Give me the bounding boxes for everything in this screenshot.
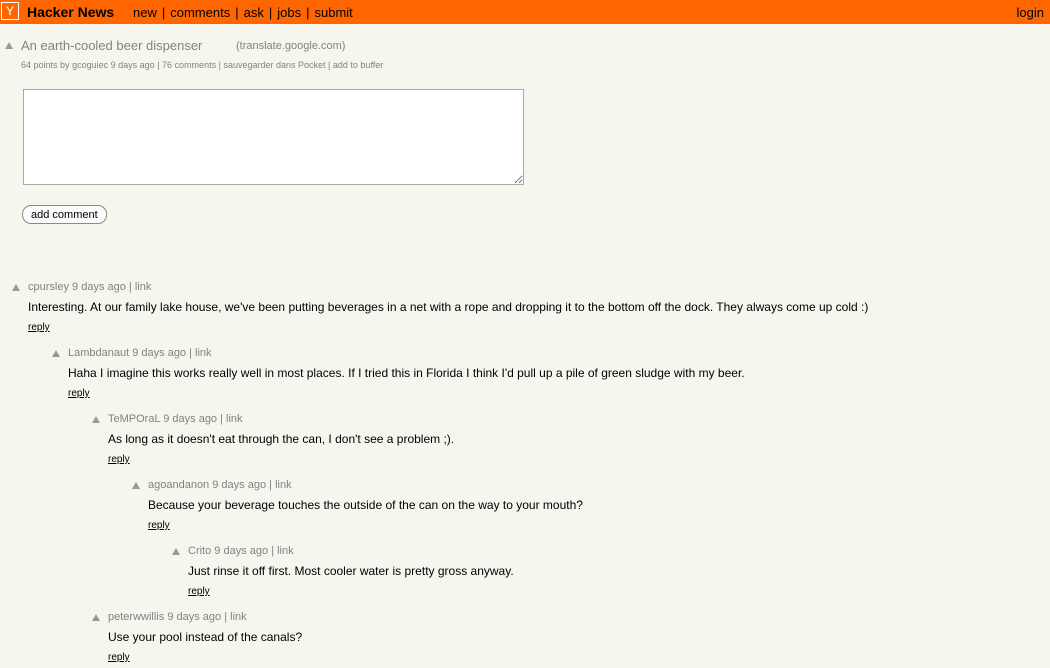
story-by-label: by: [60, 60, 70, 70]
upvote-icon[interactable]: [132, 482, 140, 489]
comment-head: TeMPOraL 9 days ago | link: [108, 413, 243, 425]
comment-text: As long as it doesn't eat through the ca…: [108, 432, 455, 446]
story-comments-link[interactable]: 76 comments: [162, 60, 216, 70]
comment-user-link[interactable]: cpursley: [28, 281, 69, 293]
comment-age-link[interactable]: 9 days ago: [163, 413, 217, 425]
comment-textarea[interactable]: [23, 89, 524, 185]
story-user-link[interactable]: gcoguiec: [72, 60, 108, 70]
comment-age-link[interactable]: 9 days ago: [72, 281, 126, 293]
comment-text: Because your beverage touches the outsid…: [148, 498, 583, 512]
comment-head: Lambdanaut 9 days ago | link: [68, 347, 212, 359]
story-title-link[interactable]: An earth-cooled beer dispenser: [21, 38, 202, 53]
comment-head-separator: |: [189, 347, 192, 359]
comment-permalink[interactable]: link: [226, 413, 243, 425]
main-nav: new | comments | ask | jobs | submit: [133, 5, 353, 20]
nav-comments-link[interactable]: comments: [170, 5, 230, 20]
add-comment-button[interactable]: add comment: [22, 205, 107, 224]
nav-new-link[interactable]: new: [133, 5, 157, 20]
comment-head: cpursley 9 days ago | link: [28, 281, 151, 293]
comment-head-separator: |: [224, 611, 228, 623]
comment-text: Use your pool instead of the canals?: [108, 630, 303, 644]
reply-link[interactable]: reply: [148, 520, 170, 531]
upvote-icon[interactable]: [92, 416, 100, 423]
reply-link[interactable]: reply: [68, 388, 90, 399]
comment-text: Just rinse it off first. Most cooler wat…: [188, 564, 514, 578]
y-logo-icon[interactable]: Y: [1, 2, 19, 20]
page: Y Hacker News new | comments | ask | jobs | subm…: [0, 0, 1050, 668]
comment-permalink[interactable]: link: [230, 611, 247, 623]
reply-link[interactable]: reply: [108, 454, 130, 465]
comment-head: Crito 9 days ago | link: [188, 545, 294, 557]
comment-text: Haha I imagine this works really well in…: [68, 366, 745, 380]
nav-submit-link[interactable]: submit: [314, 5, 352, 20]
upvote-icon[interactable]: [52, 350, 60, 357]
nav-separator: |: [306, 5, 310, 20]
comment-head-separator: |: [128, 281, 132, 293]
comment-user-link[interactable]: peterwwillis: [108, 611, 164, 623]
comment-user-link[interactable]: agoandanon: [148, 479, 209, 491]
buffer-link[interactable]: add to buffer: [333, 60, 383, 70]
comment-user-link[interactable]: Crito: [188, 545, 211, 557]
pocket-link[interactable]: sauvegarder dans Pocket: [223, 60, 325, 70]
upvote-icon[interactable]: [92, 614, 100, 621]
subtext-separator: |: [218, 60, 221, 70]
comment-user-link[interactable]: TeMPOraL: [108, 413, 160, 425]
comment-permalink[interactable]: link: [277, 545, 294, 557]
story-points: 64 points: [21, 60, 58, 70]
story-subtext: 64 points by gcoguiec 9 days ago | 76 co…: [21, 60, 383, 70]
comment-age-link[interactable]: 9 days ago: [214, 545, 268, 557]
comment-user-link[interactable]: Lambdanaut: [68, 347, 129, 359]
story-age-link[interactable]: 9 days ago: [111, 60, 155, 70]
nav-separator: |: [268, 5, 273, 20]
upvote-icon[interactable]: [12, 284, 20, 291]
nav-separator: |: [235, 5, 239, 20]
login-link[interactable]: login: [1017, 5, 1044, 20]
comment-head-separator: |: [220, 413, 223, 425]
comment-head: agoandanon 9 days ago | link: [148, 479, 292, 491]
comment-permalink[interactable]: link: [195, 347, 212, 359]
reply-link[interactable]: reply: [28, 322, 50, 333]
comment-head-separator: |: [271, 545, 275, 557]
comment-age-link[interactable]: 9 days ago: [167, 611, 221, 623]
comment-age-link[interactable]: 9 days ago: [212, 479, 266, 491]
comment-age-link[interactable]: 9 days ago: [132, 347, 186, 359]
story-domain-link[interactable]: (translate.google.com): [236, 40, 345, 52]
comment-permalink[interactable]: link: [135, 281, 152, 293]
comment-text: Interesting. At our family lake house, w…: [28, 300, 869, 314]
reply-link[interactable]: reply: [188, 586, 210, 597]
nav-ask-link[interactable]: ask: [244, 5, 264, 20]
upvote-icon[interactable]: [172, 548, 180, 555]
nav-jobs-link[interactable]: jobs: [277, 5, 301, 20]
top-bar: Y Hacker News new | comments | ask | jobs | subm…: [0, 0, 1050, 24]
comment-permalink[interactable]: link: [275, 479, 292, 491]
reply-link[interactable]: reply: [108, 652, 130, 663]
subtext-separator: |: [328, 60, 331, 70]
subtext-separator: |: [157, 60, 160, 70]
site-name-link[interactable]: Hacker News: [27, 4, 114, 20]
comment-head-separator: |: [269, 479, 272, 491]
comment-head: peterwwillis 9 days ago | link: [108, 611, 247, 623]
nav-separator: |: [161, 5, 166, 20]
story-upvote-icon[interactable]: [5, 42, 13, 49]
